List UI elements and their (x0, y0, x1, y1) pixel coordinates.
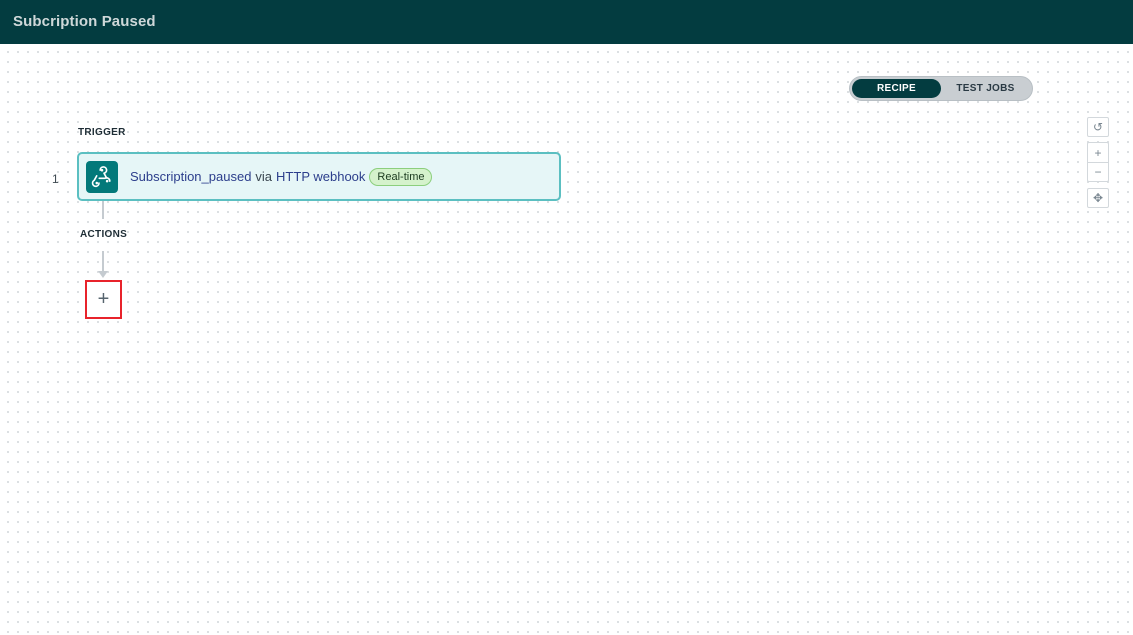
tab-test-jobs[interactable]: TEST JOBS (941, 79, 1030, 98)
recipe-title[interactable]: Subcription Paused (13, 13, 156, 30)
app-header: Subcription Paused (0, 0, 1133, 44)
tab-recipe[interactable]: RECIPE (852, 79, 941, 98)
step-number: 1 (52, 172, 59, 186)
trigger-via-text: via (255, 169, 273, 184)
connector-line-actions (102, 251, 104, 272)
zoom-out-button[interactable]: − (1087, 162, 1109, 182)
recipe-canvas[interactable]: RECIPE TEST JOBS ↺ + − ✥ (0, 44, 1133, 635)
reset-icon: ↺ (1092, 120, 1104, 134)
zoom-in-button[interactable]: + (1087, 142, 1109, 162)
actions-section-label: ACTIONS (80, 229, 128, 240)
plus-icon: + (1094, 145, 1102, 160)
trigger-step-card[interactable]: Subscription_paused via HTTP webhook Rea… (77, 152, 561, 201)
view-toggle[interactable]: RECIPE TEST JOBS (849, 76, 1033, 101)
reset-view-button[interactable]: ↺ (1087, 117, 1109, 137)
trigger-event-name: Subscription_paused (130, 169, 252, 184)
plus-icon: + (97, 288, 110, 310)
minus-icon: − (1094, 165, 1102, 179)
realtime-badge: Real-time (369, 167, 433, 186)
webhook-icon (86, 160, 118, 193)
fit-view-button[interactable]: ✥ (1087, 188, 1109, 208)
trigger-summary: Subscription_paused via HTTP webhook Rea… (130, 167, 433, 186)
add-action-button[interactable]: + (85, 280, 122, 319)
fit-icon: ✥ (1092, 191, 1104, 205)
trigger-section-label: TRIGGER (78, 127, 126, 138)
trigger-connector-name: HTTP webhook (276, 169, 366, 184)
connector-arrow-icon (98, 271, 108, 278)
connector-line-trigger (102, 201, 104, 219)
